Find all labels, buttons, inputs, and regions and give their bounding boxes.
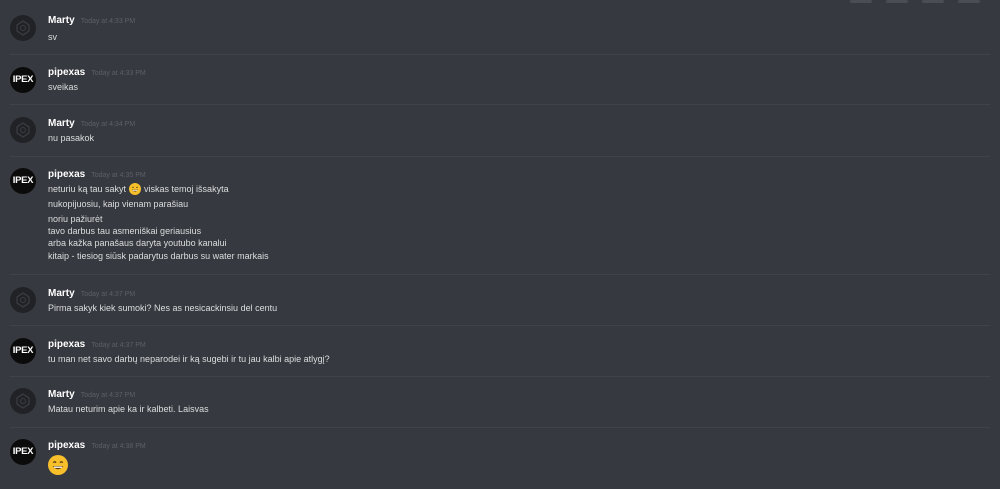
- timestamp: Today at 4:35 PM: [91, 172, 146, 179]
- username[interactable]: pipexas: [48, 67, 85, 78]
- message-text: sv: [48, 32, 57, 42]
- chat-messages: Marty Today at 4:33 PM sv IPEX pipexas T…: [0, 0, 1000, 489]
- message-text: noriu pažiurėt: [48, 214, 103, 224]
- avatar[interactable]: IPEX: [10, 439, 36, 465]
- avatar[interactable]: [10, 15, 36, 41]
- grinning-emoji-icon: [48, 455, 68, 475]
- timestamp: Today at 4:33 PM: [91, 70, 146, 77]
- message-divider: [10, 104, 990, 105]
- avatar[interactable]: [10, 117, 36, 143]
- abstract-logo-icon: [16, 122, 30, 138]
- message-divider: [10, 274, 990, 275]
- message-divider: [10, 376, 990, 377]
- message-text: sveikas: [48, 82, 79, 92]
- timestamp: Today at 4:38 PM: [91, 443, 146, 450]
- username[interactable]: Marty: [48, 15, 75, 26]
- username[interactable]: pipexas: [48, 440, 85, 451]
- timestamp: Today at 4:37 PM: [91, 342, 146, 349]
- message-text-part: neturiu ką tau sakyt: [48, 184, 127, 194]
- avatar[interactable]: [10, 388, 36, 414]
- abstract-logo-icon: [16, 20, 30, 36]
- message-text: arba kažka panašaus daryta youtubo kanal…: [48, 238, 227, 248]
- username[interactable]: Marty: [48, 389, 75, 400]
- avatar[interactable]: IPEX: [10, 67, 36, 93]
- avatar-logo-text: IPEX: [12, 345, 34, 356]
- message-text: Matau neturim apie ka ir kalbeti. Laisva…: [48, 404, 209, 414]
- message-text-part: viskas temoj išsakyta: [144, 184, 229, 194]
- message-text: Pirma sakyk kiek sumoki? Nes as nesicack…: [48, 303, 278, 313]
- username[interactable]: Marty: [48, 118, 75, 129]
- timestamp: Today at 4:37 PM: [80, 291, 136, 298]
- message-divider: [10, 156, 990, 157]
- avatar[interactable]: IPEX: [10, 338, 36, 364]
- message-text: tavo darbus tau asmeniškai geriausius: [48, 226, 202, 236]
- message-text: nu pasakok: [48, 133, 95, 143]
- timestamp: Today at 4:34 PM: [80, 121, 136, 128]
- abstract-logo-icon: [16, 393, 30, 409]
- message-emoji: [48, 455, 68, 475]
- username[interactable]: Marty: [48, 288, 75, 299]
- message-divider: [10, 54, 990, 55]
- message-text: kitaip - tiesiog siūsk padarytus darbus …: [48, 251, 269, 261]
- message-divider: [10, 427, 990, 428]
- avatar[interactable]: IPEX: [10, 168, 36, 194]
- avatar-logo-text: IPEX: [12, 74, 34, 85]
- message-text: tu man net savo darbų neparodei ir ką su…: [48, 354, 330, 364]
- username[interactable]: pipexas: [48, 169, 85, 180]
- message-text: nukopijuosiu, kaip vienam parašiau: [48, 199, 189, 209]
- avatar-logo-text: IPEX: [12, 175, 34, 186]
- timestamp: Today at 4:37 PM: [80, 392, 136, 399]
- grinning-emoji-icon: [129, 183, 142, 195]
- message-divider: [10, 325, 990, 326]
- message-text: neturiu ką tau sakyt viskas temoj išsaky…: [48, 183, 229, 195]
- abstract-logo-icon: [16, 292, 30, 308]
- timestamp: Today at 4:33 PM: [80, 18, 136, 25]
- avatar[interactable]: [10, 287, 36, 313]
- username[interactable]: pipexas: [48, 339, 85, 350]
- avatar-logo-text: IPEX: [12, 446, 34, 457]
- header-toolbar-hint: [810, 0, 980, 6]
